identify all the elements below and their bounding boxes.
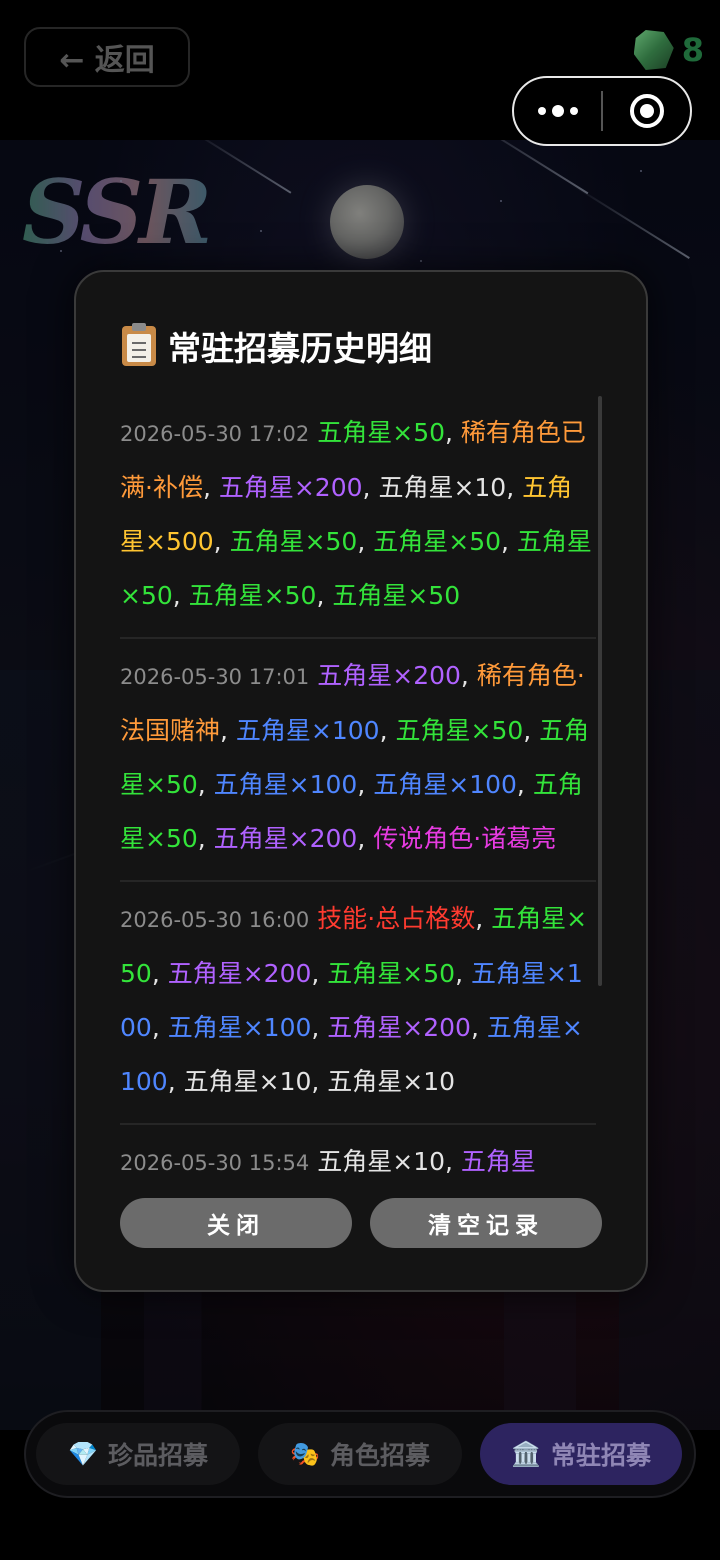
clear-records-button[interactable]: 清空记录 bbox=[370, 1198, 602, 1248]
item-separator: , bbox=[151, 1013, 168, 1042]
clipboard-icon bbox=[122, 323, 156, 366]
item-separator: , bbox=[357, 770, 374, 799]
tab-label: 珍品招募 bbox=[107, 1441, 208, 1470]
item-separator: , bbox=[316, 581, 333, 610]
reward-item: 五角星×50 bbox=[317, 418, 446, 447]
item-separator: , bbox=[506, 473, 523, 502]
reward-item: 五角星×10 bbox=[327, 1067, 456, 1096]
reward-item: 五角星×10 bbox=[378, 473, 507, 502]
miniprogram-capsule bbox=[512, 76, 692, 146]
item-separator: , bbox=[167, 1067, 184, 1096]
gem-counter: 8 bbox=[633, 30, 704, 70]
entry-timestamp: 2026-05-30 17:02 bbox=[120, 422, 310, 446]
history-entry: 2026-05-30 17:01 五角星×200, 稀有角色·法国赌神, 五角星×… bbox=[120, 639, 596, 882]
reward-item: 五角星×100 bbox=[373, 770, 517, 799]
item-separator: , bbox=[197, 770, 214, 799]
item-separator: , bbox=[470, 1013, 487, 1042]
back-button-label: ← 返回 bbox=[59, 43, 155, 78]
history-entry: 2026-05-30 17:02 五角星×50, 稀有角色已满·补偿, 五角星×2… bbox=[120, 396, 596, 639]
item-separator: , bbox=[516, 770, 533, 799]
tab-character-recruit[interactable]: 🎭 角色招募 bbox=[258, 1423, 462, 1485]
tab-label: 角色招募 bbox=[329, 1441, 430, 1470]
item-separator: , bbox=[445, 418, 461, 447]
more-dots-icon bbox=[537, 105, 578, 117]
recruit-tab-bar: 💎 珍品招募 🎭 角色招募 🏛️ 常驻招募 bbox=[24, 1410, 696, 1498]
item-separator: , bbox=[357, 824, 374, 853]
tab-standard-recruit[interactable]: 🏛️ 常驻招募 bbox=[480, 1423, 682, 1485]
item-separator: , bbox=[311, 1067, 328, 1096]
entry-timestamp: 2026-05-30 17:01 bbox=[120, 665, 310, 689]
item-separator: , bbox=[172, 581, 189, 610]
reward-item: 五角星×200 bbox=[327, 1013, 471, 1042]
scrollbar[interactable] bbox=[598, 396, 602, 986]
reward-item: 五角星×10 bbox=[317, 1147, 446, 1176]
modal-title: 常驻招募历史明细 bbox=[168, 329, 432, 368]
back-button[interactable]: ← 返回 bbox=[24, 27, 190, 87]
reward-item: 五角星×50 bbox=[188, 581, 317, 610]
item-separator: , bbox=[151, 959, 168, 988]
classical-building-icon: 🏛️ bbox=[511, 1440, 541, 1468]
item-separator: , bbox=[362, 473, 379, 502]
reward-item: 五角星×100 bbox=[167, 1013, 312, 1042]
history-list[interactable]: 2026-05-30 17:02 五角星×50, 稀有角色已满·补偿, 五角星×2… bbox=[120, 396, 596, 1178]
reward-item: 传说角色·诸葛亮 bbox=[373, 824, 557, 853]
item-separator: , bbox=[311, 959, 328, 988]
diamond-icon: 💎 bbox=[68, 1440, 98, 1468]
emerald-gem-icon bbox=[633, 30, 674, 70]
gem-count-value: 8 bbox=[681, 31, 704, 69]
target-icon bbox=[629, 94, 664, 128]
item-separator: , bbox=[445, 1147, 461, 1176]
reward-item: 五角星×50 bbox=[373, 527, 502, 556]
reward-item: 五角星×50 bbox=[395, 716, 524, 745]
reward-item: 五角星×50 bbox=[332, 581, 461, 610]
reward-item: 五角星×200 bbox=[317, 661, 461, 690]
tab-treasure-recruit[interactable]: 💎 珍品招募 bbox=[36, 1423, 240, 1485]
item-separator: , bbox=[523, 716, 540, 745]
item-separator: , bbox=[501, 527, 517, 556]
reward-item: 五角星×50 bbox=[327, 959, 456, 988]
item-separator: , bbox=[220, 716, 236, 745]
item-separator: , bbox=[357, 527, 374, 556]
close-miniprogram-button[interactable] bbox=[603, 78, 690, 144]
item-separator: , bbox=[202, 473, 219, 502]
item-separator: , bbox=[197, 824, 214, 853]
reward-item: 技能·总占格数 bbox=[317, 904, 476, 933]
reward-item: 五角星×200 bbox=[167, 959, 312, 988]
item-separator: , bbox=[455, 959, 471, 988]
close-button[interactable]: 关闭 bbox=[120, 1198, 352, 1248]
item-separator: , bbox=[460, 661, 477, 690]
history-entry: 2026-05-30 16:00 技能·总占格数, 五角星×50, 五角星×200… bbox=[120, 882, 596, 1125]
reward-item: 五角星×200 bbox=[213, 824, 358, 853]
entry-timestamp: 2026-05-30 16:00 bbox=[120, 908, 310, 932]
modal-actions: 关闭 清空记录 bbox=[120, 1198, 602, 1248]
tab-label: 常驻招募 bbox=[550, 1441, 651, 1470]
item-separator: , bbox=[475, 904, 492, 933]
entry-timestamp: 2026-05-30 15:54 bbox=[120, 1151, 310, 1175]
modal-header: 常驻招募历史明细 bbox=[122, 322, 432, 370]
history-modal: 常驻招募历史明细 2026-05-30 17:02 五角星×50, 稀有角色已满·… bbox=[74, 270, 648, 1292]
reward-item: 五角星×200 bbox=[218, 473, 363, 502]
item-separator: , bbox=[213, 527, 230, 556]
item-separator: , bbox=[379, 716, 396, 745]
reward-item: 五角星×100 bbox=[235, 716, 380, 745]
reward-item: 五角星×50 bbox=[229, 527, 358, 556]
more-menu-button[interactable] bbox=[514, 78, 601, 144]
item-separator: , bbox=[311, 1013, 328, 1042]
history-entry: 2026-05-30 15:54 五角星×10, 五角星 bbox=[120, 1125, 596, 1178]
theater-masks-icon: 🎭 bbox=[290, 1440, 320, 1468]
reward-item: 五角星×100 bbox=[213, 770, 358, 799]
reward-item: 五角星 bbox=[460, 1147, 536, 1176]
reward-item: 五角星×10 bbox=[183, 1067, 312, 1096]
